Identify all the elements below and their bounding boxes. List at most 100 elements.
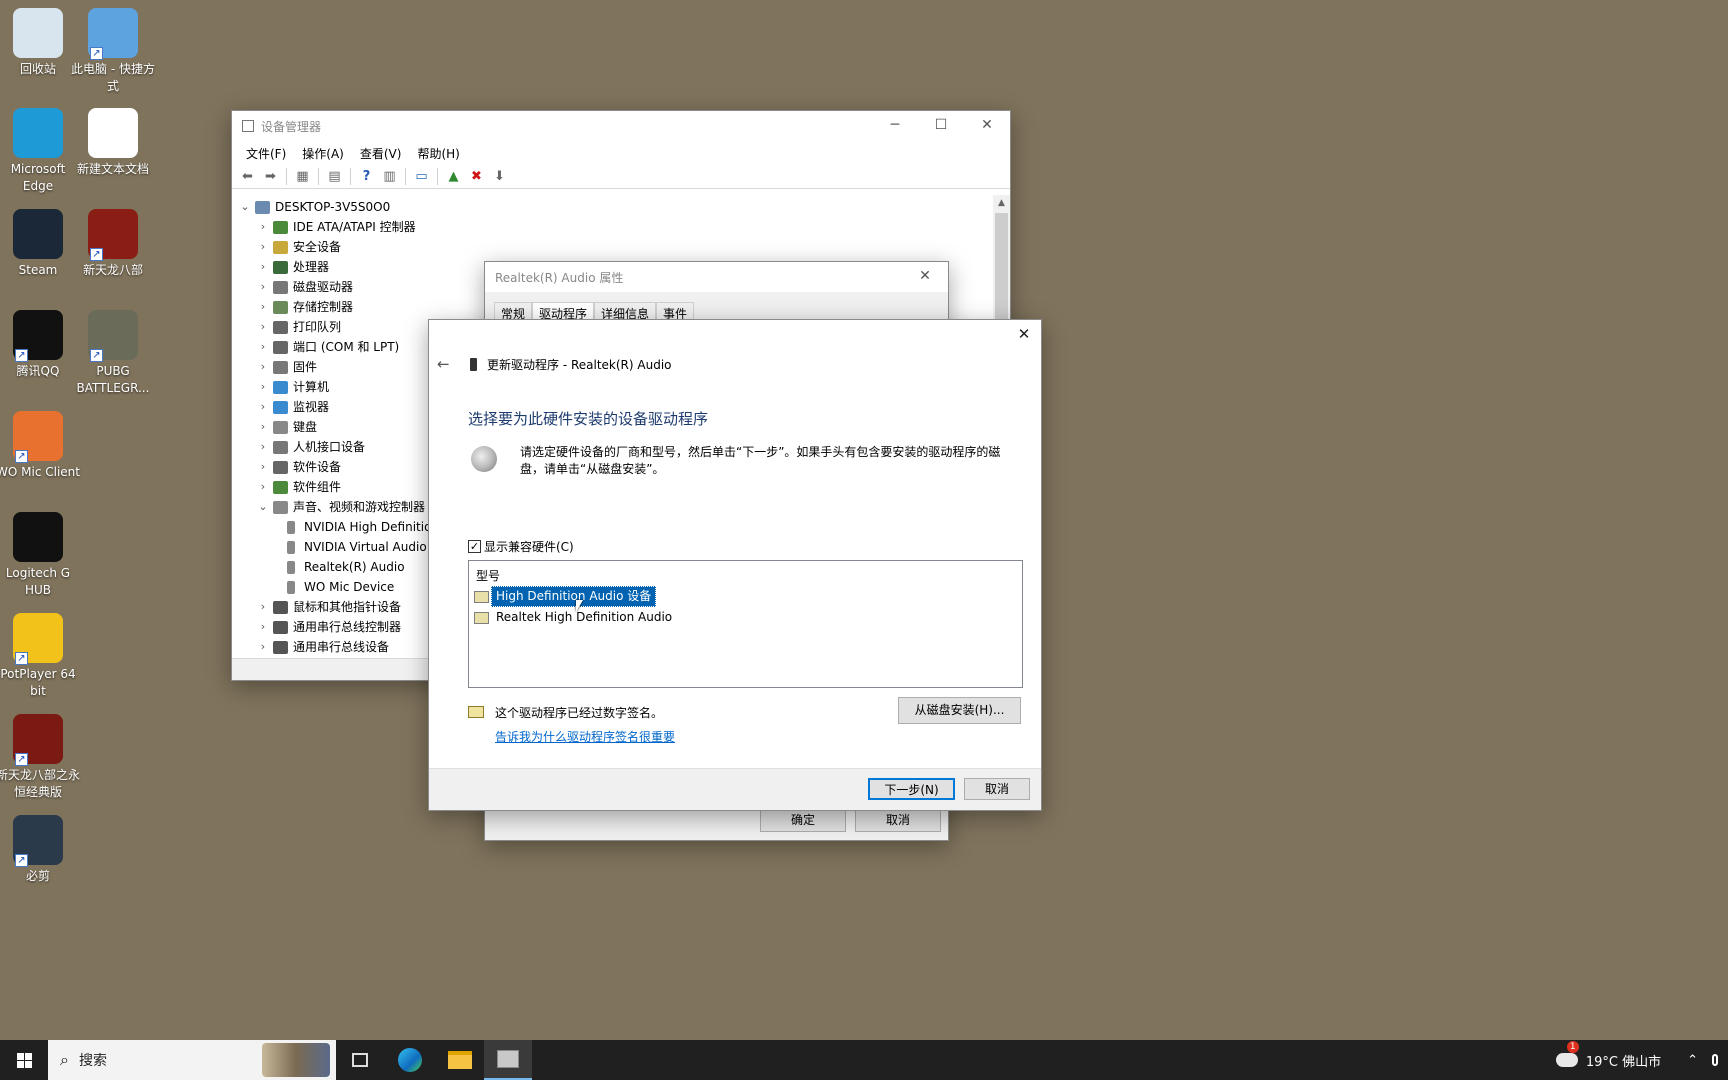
chevron-right-icon[interactable]: ›	[256, 377, 270, 397]
desktop-icon-label: 新建文本文档	[76, 162, 149, 176]
model-listbox[interactable]: 型号 High Definition Audio 设备 Realtek High…	[468, 560, 1023, 688]
mouse-cursor-icon	[576, 600, 583, 612]
menu-file[interactable]: 文件(F)	[238, 145, 294, 162]
action-pane-icon[interactable]: ▥	[380, 167, 399, 186]
device-category-icon	[273, 380, 288, 394]
device-manager-titlebar[interactable]: 设备管理器 ─ ☐ ✕	[232, 111, 1010, 141]
desktop-icon[interactable]: ↗ 新天龙八部之永恒经典版	[0, 714, 81, 801]
taskbar-device-manager[interactable]	[484, 1040, 532, 1080]
properties-title: Realtek(R) Audio 属性	[495, 270, 624, 285]
close-icon[interactable]: ✕	[964, 111, 1010, 139]
next-button[interactable]: 下一步(N)	[868, 778, 955, 800]
chevron-down-icon[interactable]: ⌄	[256, 497, 270, 517]
tree-label: 鼠标和其他指针设备	[293, 600, 402, 614]
weather-widget[interactable]: 1 19°C 佛山市	[1555, 1040, 1661, 1070]
taskbar-file-explorer[interactable]	[436, 1040, 484, 1080]
chevron-up-icon[interactable]: ⌃	[1687, 1053, 1698, 1068]
properties-icon[interactable]: ▤	[325, 167, 344, 186]
start-button[interactable]	[0, 1040, 48, 1080]
signed-text: 这个驱动程序已经过数字签名。	[495, 706, 664, 720]
menu-view[interactable]: 查看(V)	[352, 145, 410, 162]
show-compatible-checkbox[interactable]: ✓	[468, 540, 481, 553]
update-driver-icon[interactable]: ▲	[444, 167, 463, 186]
menu-help[interactable]: 帮助(H)	[409, 145, 467, 162]
close-icon[interactable]: ✕	[902, 262, 948, 290]
task-view-button[interactable]	[336, 1040, 384, 1080]
wizard-heading: 选择要为此硬件安装的设备驱动程序	[468, 410, 709, 428]
speaker-icon	[471, 446, 497, 472]
chevron-right-icon[interactable]: ›	[256, 317, 270, 337]
chevron-right-icon[interactable]: ›	[256, 257, 270, 277]
toolbar-separator	[437, 168, 438, 185]
uninstall-device-icon[interactable]: ✖	[467, 167, 486, 186]
chevron-right-icon[interactable]: ›	[256, 217, 270, 237]
desktop-icon-label: 新天龙八部	[82, 263, 143, 277]
forward-arrow-icon[interactable]: ➡	[261, 167, 280, 186]
tree-label: 通用串行总线控制器	[293, 620, 402, 634]
signing-info-link[interactable]: 告诉我为什么驱动程序签名很重要	[495, 728, 675, 745]
chevron-right-icon[interactable]: ›	[256, 477, 270, 497]
show-compatible-row[interactable]: ✓ 显示兼容硬件(C)	[468, 538, 574, 555]
tree-label: 键盘	[293, 420, 318, 434]
desktop-icon[interactable]: ↗ WO Mic Client	[0, 411, 81, 481]
list-item[interactable]: Realtek High Definition Audio	[469, 607, 1022, 628]
desktop-icon[interactable]: ↗ PotPlayer 64 bit	[0, 613, 81, 700]
microphone-icon[interactable]	[1712, 1054, 1718, 1066]
chevron-right-icon[interactable]: ›	[256, 617, 270, 637]
shortcut-arrow-icon: ↗	[90, 47, 103, 60]
help-icon[interactable]: ?	[357, 167, 376, 186]
maximize-icon[interactable]: ☐	[918, 111, 964, 139]
speaker-icon	[287, 580, 295, 594]
chevron-right-icon[interactable]: ›	[256, 417, 270, 437]
desktop-icon[interactable]: ↗ 腾讯QQ	[0, 310, 81, 380]
desktop-icon[interactable]: ↗ 必剪	[0, 815, 81, 885]
menu-action[interactable]: 操作(A)	[294, 145, 352, 162]
desktop-icon[interactable]: ↗ 此电脑 - 快捷方式	[70, 8, 156, 95]
download-icon[interactable]: ⬇	[490, 167, 509, 186]
wizard-cancel-button[interactable]: 取消	[964, 778, 1030, 800]
desktop-icon-label: PotPlayer 64 bit	[0, 667, 76, 698]
tree-category[interactable]: › 安全设备	[232, 237, 992, 257]
minimize-icon[interactable]: ─	[872, 111, 918, 139]
chevron-right-icon[interactable]: ›	[256, 437, 270, 457]
list-item[interactable]: High Definition Audio 设备	[469, 586, 1022, 607]
chevron-right-icon[interactable]: ›	[256, 397, 270, 417]
chevron-right-icon[interactable]: ›	[256, 337, 270, 357]
desktop-icon[interactable]: ↗ PUBG BATTLEGR...	[70, 310, 156, 397]
desktop-icon[interactable]: Logitech G HUB	[0, 512, 81, 599]
desktop-icon[interactable]: 回收站	[0, 8, 81, 78]
chevron-right-icon[interactable]: ›	[256, 457, 270, 477]
scan-hardware-icon[interactable]: ▭	[412, 167, 431, 186]
close-icon[interactable]: ✕	[1007, 320, 1041, 348]
tree-label: 监视器	[293, 400, 330, 414]
chevron-right-icon[interactable]: ›	[256, 597, 270, 617]
toolbar-separator	[318, 168, 319, 185]
device-category-icon	[273, 480, 288, 494]
chevron-right-icon[interactable]: ›	[256, 237, 270, 257]
have-disk-button[interactable]: 从磁盘安装(H)...	[898, 697, 1021, 724]
chevron-right-icon[interactable]: ›	[256, 297, 270, 317]
shortcut-arrow-icon: ↗	[15, 450, 28, 463]
scrollbar-thumb[interactable]	[995, 213, 1008, 323]
chevron-down-icon[interactable]: ⌄	[238, 197, 252, 217]
tree-category[interactable]: › IDE ATA/ATAPI 控制器	[232, 217, 992, 237]
properties-titlebar[interactable]: Realtek(R) Audio 属性 ✕	[485, 262, 948, 292]
wizard-description: 请选定硬件设备的厂商和型号，然后单击“下一步”。如果手头有包含要安装的驱动程序的…	[520, 445, 1001, 476]
desktop-icon[interactable]: ↗ 新天龙八部	[70, 209, 156, 279]
tree-root[interactable]: ⌄ DESKTOP-3V5S0O0	[232, 197, 992, 217]
chevron-right-icon[interactable]: ›	[256, 277, 270, 297]
scroll-up-icon[interactable]: ▲	[993, 195, 1010, 212]
tree-label: IDE ATA/ATAPI 控制器	[293, 220, 416, 234]
taskbar-edge[interactable]	[386, 1040, 434, 1080]
back-arrow-icon[interactable]: ⬅	[238, 167, 257, 186]
show-hide-console-tree-icon[interactable]: ▦	[293, 167, 312, 186]
chevron-right-icon[interactable]: ›	[256, 357, 270, 377]
desktop-icon[interactable]: Microsoft Edge	[0, 108, 81, 195]
desktop-icon[interactable]: Steam	[0, 209, 81, 279]
ok-button[interactable]: 确定	[760, 808, 846, 832]
properties-cancel-button[interactable]: 取消	[855, 808, 941, 832]
search-box[interactable]: ⌕ 搜索	[48, 1040, 336, 1080]
desktop-icon[interactable]: 新建文本文档	[70, 108, 156, 178]
chevron-right-icon[interactable]: ›	[256, 637, 270, 657]
back-arrow-icon[interactable]: ←	[437, 355, 450, 373]
